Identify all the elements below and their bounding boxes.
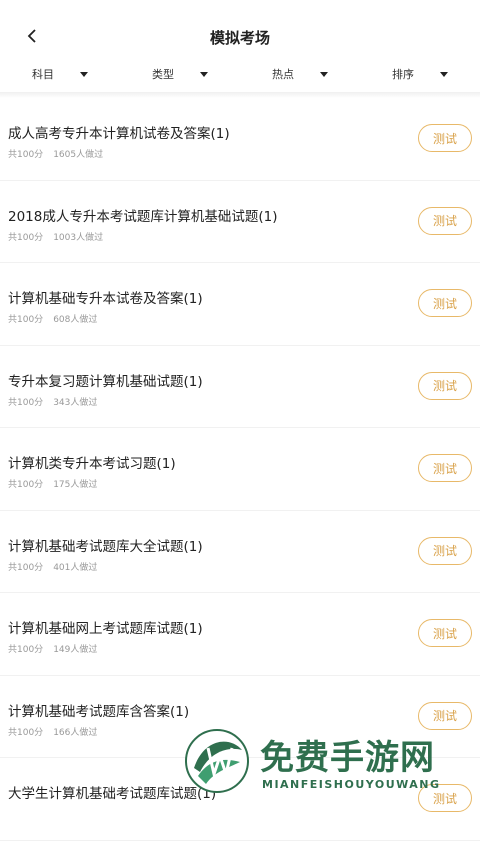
exam-title: 计算机基础网上考试题库试题(1) (8, 621, 203, 637)
watermark-text-cn: 免费手游网 (260, 738, 435, 778)
list-item[interactable]: 计算机类专升本考试习题(1) 共100分 175人做过 测试 (0, 428, 480, 511)
exam-title: 2018成人专升本考试题库计算机基础试题(1) (8, 208, 278, 225)
page-title: 模拟考场 (209, 29, 270, 47)
watermark-logo-icon (185, 729, 249, 793)
filter-sort[interactable]: 排序 (360, 58, 480, 90)
exam-count: 175人做过 (53, 480, 98, 490)
filter-label: 科目 (32, 68, 54, 81)
test-button[interactable]: 测试 (418, 536, 472, 565)
exam-count: 149人做过 (53, 645, 98, 655)
test-button[interactable]: 测试 (418, 454, 472, 482)
filter-label: 类型 (152, 68, 174, 81)
exam-count: 401人做过 (53, 562, 98, 573)
list-item[interactable]: 计算机基础考试题库大全试题(1) 共100分 401人做过 测试 (0, 511, 480, 593)
test-button[interactable]: 测试 (418, 619, 472, 647)
filter-bar: 科目 类型 热点 排序 (0, 58, 480, 90)
site-watermark: 免费手游网 MIANFEISHOUYOUWANG (184, 728, 474, 800)
exam-title: 专升本复习题计算机基础试题(1) (8, 373, 203, 390)
exam-meta: 共100分 175人做过 (8, 477, 97, 490)
exam-count: 608人做过 (53, 315, 98, 325)
test-button[interactable]: 测试 (418, 701, 472, 730)
exam-score: 共100分 (8, 397, 44, 408)
test-button[interactable]: 测试 (418, 206, 472, 235)
dropdown-triangle-icon (200, 71, 208, 77)
exam-score: 共100分 (8, 727, 44, 738)
exam-score: 共100分 (8, 645, 44, 655)
exam-title: 计算机基础专升本试卷及答案(1) (8, 291, 203, 307)
exam-title: 计算机基础考试题库大全试题(1) (8, 538, 203, 555)
test-button[interactable]: 测试 (418, 371, 472, 400)
exam-score: 共100分 (8, 315, 44, 325)
exam-meta: 共100分 343人做过 (8, 395, 97, 408)
exam-meta: 共100分 166人做过 (8, 725, 97, 738)
watermark-text-en: MIANFEISHOUYOUWANG (262, 778, 441, 791)
filter-type[interactable]: 类型 (120, 58, 240, 90)
filter-hot[interactable]: 热点 (240, 58, 360, 90)
exam-score: 共100分 (8, 562, 44, 573)
exam-meta: 共100分 1605人做过 (8, 147, 103, 160)
exam-meta: 共100分 401人做过 (8, 560, 97, 573)
dropdown-triangle-icon (320, 71, 328, 77)
test-button[interactable]: 测试 (418, 289, 472, 317)
exam-title: 成人高考专升本计算机试卷及答案(1) (8, 126, 230, 142)
filter-label: 排序 (392, 68, 414, 81)
list-item[interactable]: 计算机基础专升本试卷及答案(1) 共100分 608人做过 测试 (0, 263, 480, 346)
dropdown-triangle-icon (440, 71, 448, 77)
exam-score: 共100分 (8, 150, 44, 160)
exam-count: 166人做过 (53, 727, 98, 738)
exam-score: 共100分 (8, 232, 44, 243)
exam-score: 共100分 (8, 480, 44, 490)
exam-meta: 共100分 608人做过 (8, 312, 97, 325)
test-button[interactable]: 测试 (418, 124, 472, 152)
filter-subject[interactable]: 科目 (0, 58, 120, 90)
filter-label: 热点 (272, 68, 294, 81)
exam-count: 1003人做过 (53, 232, 104, 243)
exam-meta: 共100分 149人做过 (8, 642, 97, 655)
list-item[interactable]: 计算机基础网上考试题库试题(1) 共100分 149人做过 测试 (0, 593, 480, 676)
list-item[interactable]: 专升本复习题计算机基础试题(1) 共100分 343人做过 测试 (0, 346, 480, 428)
dropdown-triangle-icon (80, 71, 88, 77)
exam-meta: 共100分 1003人做过 (8, 230, 103, 243)
exam-title: 计算机基础考试题库含答案(1) (8, 703, 190, 720)
exam-count: 1605人做过 (53, 150, 104, 160)
exam-count: 343人做过 (53, 397, 98, 408)
list-item[interactable]: 成人高考专升本计算机试卷及答案(1) 共100分 1605人做过 测试 (0, 98, 480, 181)
list-item[interactable]: 2018成人专升本考试题库计算机基础试题(1) 共100分 1003人做过 测试 (0, 181, 480, 263)
exam-title: 计算机类专升本考试习题(1) (8, 456, 176, 472)
